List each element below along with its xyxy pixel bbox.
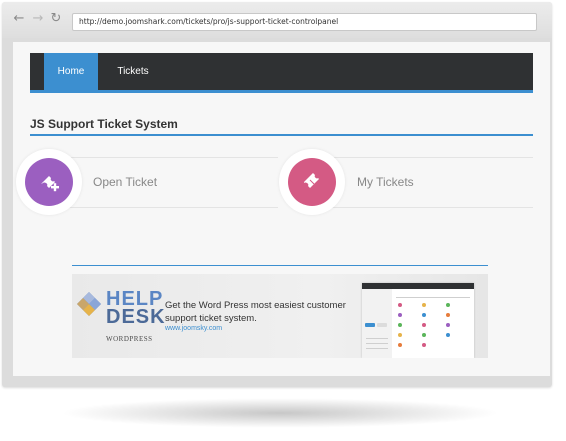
preview-dot xyxy=(446,313,450,317)
banner-link[interactable]: www.joomsky.com xyxy=(165,325,222,332)
browser-toolbar: ← → ↻ http://demo.joomshark.com/tickets/… xyxy=(2,2,552,38)
promo-banner[interactable]: HELP DESK WORDPRESS Get the Word Press m… xyxy=(72,274,488,358)
preview-dot xyxy=(398,343,402,347)
preview-button xyxy=(377,323,387,327)
reload-icon[interactable]: ↻ xyxy=(49,11,63,27)
banner-headline: Get the Word Press most easiest customer… xyxy=(165,300,346,324)
preview-dot xyxy=(446,303,450,307)
title-divider xyxy=(30,134,533,136)
nav-item-home[interactable]: Home xyxy=(44,53,98,90)
screenshot-stage: ← → ↻ http://demo.joomshark.com/tickets/… xyxy=(0,0,566,441)
nav-item-tickets[interactable]: Tickets xyxy=(104,53,162,90)
preview-button xyxy=(365,323,375,327)
preview-dot xyxy=(422,313,426,317)
helpdesk-logo-icon xyxy=(77,292,101,316)
open-ticket-button[interactable] xyxy=(16,149,82,215)
preview-dot xyxy=(398,313,402,317)
preview-dot xyxy=(398,333,402,337)
browser-window: ← → ↻ http://demo.joomshark.com/tickets/… xyxy=(2,2,552,387)
ticket-icon xyxy=(304,173,319,188)
preview-line xyxy=(366,343,388,344)
top-navigation: Home Tickets xyxy=(30,53,533,93)
my-tickets-circle xyxy=(288,158,336,206)
ticket-plus-icon xyxy=(41,176,59,192)
logo-wordpress: WORDPRESS xyxy=(106,335,153,343)
my-tickets-label[interactable]: My Tickets xyxy=(357,175,414,189)
card-divider-bottom xyxy=(53,207,278,208)
arrow-left-icon[interactable]: ← xyxy=(12,11,26,27)
preview-line xyxy=(396,297,470,298)
banner-divider xyxy=(72,265,488,266)
open-ticket-circle xyxy=(25,158,73,206)
page-title: JS Support Ticket System xyxy=(30,117,178,131)
preview-dot xyxy=(398,303,402,307)
banner-preview-image xyxy=(362,283,474,358)
preview-dot xyxy=(422,303,426,307)
card-divider-bottom xyxy=(318,207,533,208)
card-divider-top xyxy=(53,157,278,158)
address-bar[interactable]: http://demo.joomshark.com/tickets/pro/js… xyxy=(72,13,537,31)
preview-line xyxy=(366,338,388,339)
preview-dot xyxy=(446,333,450,337)
preview-line xyxy=(366,348,388,349)
preview-dot xyxy=(422,343,426,347)
preview-dot xyxy=(422,323,426,327)
preview-dot xyxy=(422,333,426,337)
arrow-right-icon[interactable]: → xyxy=(31,11,45,27)
my-tickets-button[interactable] xyxy=(279,149,345,215)
preview-dot xyxy=(446,323,450,327)
preview-dot xyxy=(398,323,402,327)
card-divider-top xyxy=(318,157,533,158)
page-viewport: Home Tickets JS Support Ticket System Op… xyxy=(13,42,550,376)
logo-word-desk: DESK xyxy=(106,306,166,328)
open-ticket-label[interactable]: Open Ticket xyxy=(93,175,157,189)
window-shadow xyxy=(60,398,500,428)
